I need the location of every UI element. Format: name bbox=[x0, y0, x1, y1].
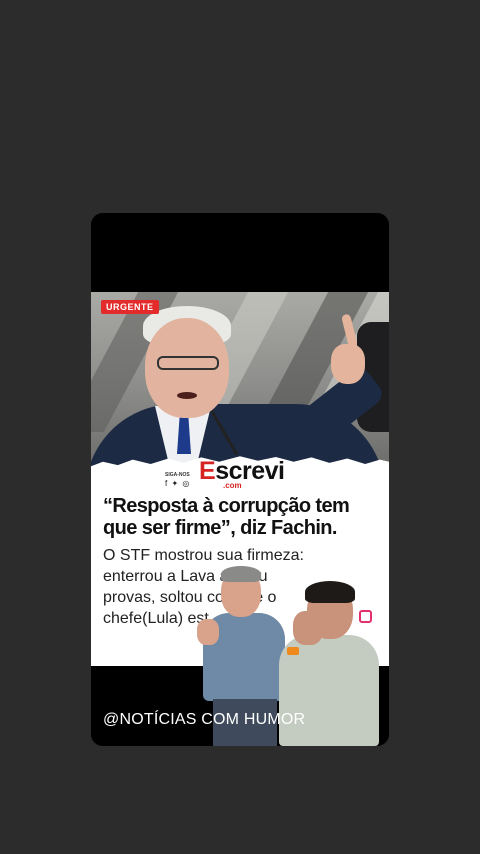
social-icons: f ✦ ◎ bbox=[165, 479, 191, 488]
screen: { "post": { "badge": "URGENTE", "brand":… bbox=[0, 0, 480, 854]
news-photo: URGENTE bbox=[91, 292, 389, 468]
story-card[interactable]: URGENTE SIGA-NOS f ✦ ◎ Escrevi .com “Res… bbox=[91, 213, 389, 746]
urgent-badge: URGENTE bbox=[101, 300, 159, 314]
caption-line: O STF mostrou sua firmeza: bbox=[103, 547, 304, 564]
logo-text: Escrevi bbox=[199, 457, 285, 485]
logo-domain: .com bbox=[223, 481, 242, 490]
follow-label: SIGA-NOS bbox=[165, 472, 190, 478]
channel-handle: @NOTÍCIAS COM HUMOR bbox=[103, 711, 306, 728]
headline: “Resposta à corrupção tem que ser firme”… bbox=[103, 495, 350, 539]
top-letterbox bbox=[91, 213, 389, 292]
brand-logo: SIGA-NOS f ✦ ◎ Escrevi .com bbox=[165, 457, 315, 491]
